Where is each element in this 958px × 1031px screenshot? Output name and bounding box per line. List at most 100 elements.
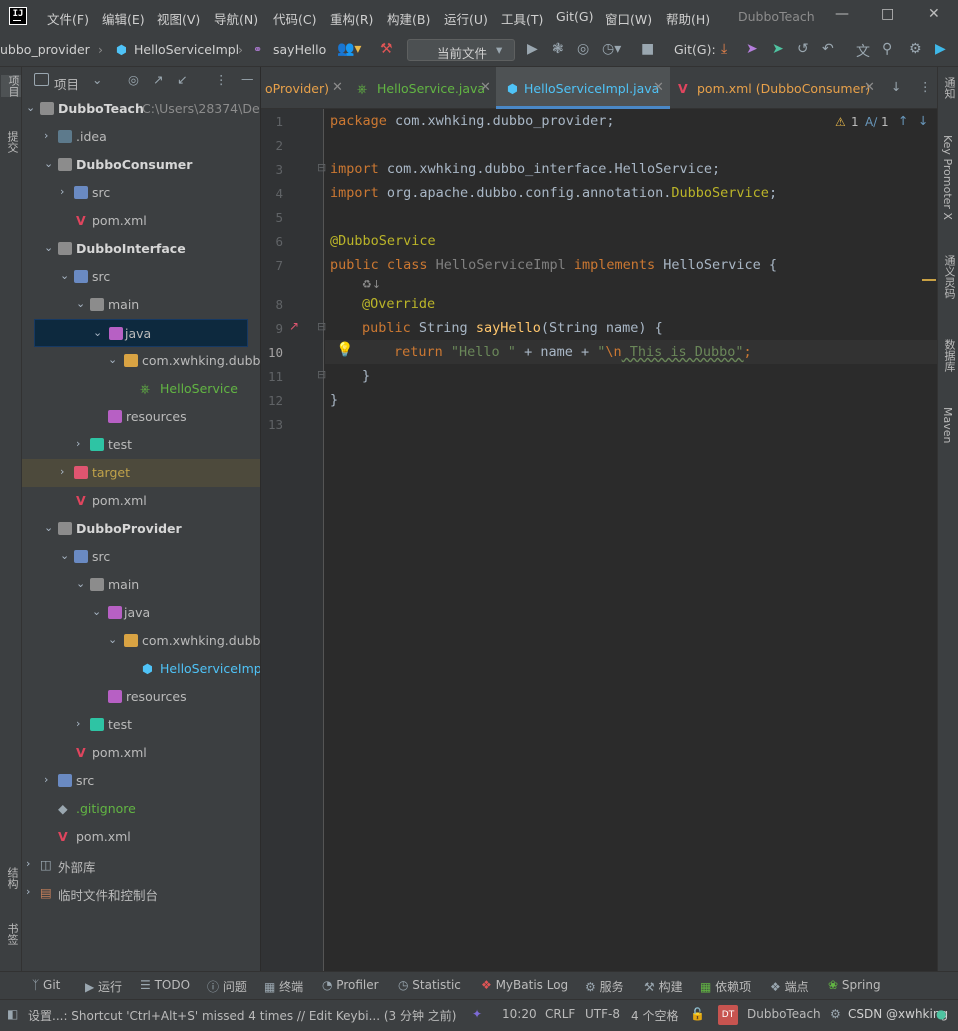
locate-icon[interactable]: ◎ (128, 72, 139, 87)
menu-edit[interactable]: 编辑(E) (102, 9, 145, 28)
git-push-icon[interactable]: ➤ (746, 41, 758, 57)
tree-item-helloserviceimpl[interactable]: ⬢ HelloServiceImpl (22, 655, 260, 683)
tree-item-dubboprovider[interactable]: ⌄ DubboProvider (22, 515, 260, 543)
line-separator[interactable]: CRLF (545, 1007, 575, 1021)
tree-item-package[interactable]: ⌄ com.xwhking.dubbo (22, 627, 260, 655)
codeium-icon[interactable]: ♻↓ (362, 278, 381, 291)
breadcrumb-class[interactable]: HelloServiceImpl (134, 42, 239, 57)
tree-item-external-libraries[interactable]: › ◫ 外部库 (22, 851, 260, 879)
tree-item-java[interactable]: ⌄ java (22, 599, 260, 627)
collapsed-arrow-icon[interactable]: › (26, 857, 30, 870)
bookmarks-tool-button[interactable]: 书签 (4, 923, 20, 945)
key-promoter-tool-button[interactable]: Key Promoter X (941, 135, 954, 220)
close-icon[interactable]: ✕ (332, 80, 343, 95)
expanded-arrow-icon[interactable]: ⌄ (60, 549, 69, 562)
expanded-arrow-icon[interactable]: ⌄ (60, 269, 69, 282)
plugin-status-icon[interactable]: ● (936, 1007, 946, 1021)
tab-dubboprovider-pom[interactable]: oProvider) ✕ (261, 67, 348, 109)
tree-item-test[interactable]: › test (22, 431, 260, 459)
problems-tool-button[interactable]: ⓘ 问题 (207, 978, 247, 995)
menu-build[interactable]: 构建(B) (387, 9, 430, 28)
collapsed-arrow-icon[interactable]: › (44, 773, 48, 786)
collapsed-arrow-icon[interactable]: › (44, 129, 48, 142)
expanded-arrow-icon[interactable]: ⌄ (93, 326, 102, 339)
maximize-icon[interactable]: □ (881, 6, 894, 22)
tree-item-src[interactable]: ⌄ src (22, 263, 260, 291)
typo-count[interactable]: 1 (881, 115, 889, 129)
intellij-logo-icon[interactable]: IJ (9, 7, 27, 25)
expanded-arrow-icon[interactable]: ⌄ (44, 157, 53, 170)
expanded-arrow-icon[interactable]: ⌄ (44, 521, 53, 534)
commit-tool-button[interactable]: 提交 (4, 131, 20, 153)
menu-run[interactable]: 运行(U) (444, 9, 488, 28)
tree-item-pom[interactable]: V pom.xml (22, 207, 260, 235)
build-hammer-icon[interactable]: ⚒ (380, 41, 393, 57)
lock-icon[interactable]: 🔓 (690, 1007, 705, 1021)
settings-gear-icon[interactable]: ⚙ (909, 41, 922, 57)
prev-highlight-icon[interactable]: ↑ (898, 113, 908, 128)
fold-icon[interactable]: ⊟ (317, 161, 326, 174)
tab-helloservice[interactable]: ⎈ HelloService.java ✕ (348, 67, 494, 109)
code-editor[interactable]: 1 2 3 4 5 6 7 8 9 10 11 12 13 ⊟ ⊟ ⊟ ↗ ⚠ … (261, 109, 937, 971)
chevron-down-icon[interactable]: ⌄ (92, 72, 102, 87)
close-window-icon[interactable]: ✕ (928, 6, 940, 22)
project-name[interactable]: DubboTeach (747, 1007, 821, 1021)
expanded-arrow-icon[interactable]: ⌄ (76, 297, 85, 310)
menu-help[interactable]: 帮助(H) (666, 9, 710, 28)
expanded-arrow-icon[interactable]: ⌄ (76, 577, 85, 590)
breadcrumb-module[interactable]: ubbo_provider (0, 42, 90, 57)
inspection-icon[interactable]: ⚙ (830, 1007, 841, 1021)
git-tool-button[interactable]: ᛉ Git (32, 978, 60, 992)
expanded-arrow-icon[interactable]: ⌄ (108, 353, 117, 366)
close-icon[interactable]: ✕ (480, 80, 491, 95)
git-update-icon[interactable]: ⤓ (721, 41, 727, 57)
tab-list-down-icon[interactable]: ↓ (891, 79, 901, 94)
endpoints-tool-button[interactable]: ❖ 端点 (770, 978, 809, 995)
tree-item-main[interactable]: ⌄ main (22, 571, 260, 599)
debug-icon[interactable]: ❃ (552, 41, 564, 57)
tree-item-idea[interactable]: › .idea (22, 123, 260, 151)
tab-helloserviceimpl[interactable]: ⬢ HelloServiceImpl.java ✕ (496, 67, 670, 109)
collapse-all-icon[interactable]: ↙ (177, 72, 187, 87)
collapsed-arrow-icon[interactable]: › (76, 717, 80, 730)
caret-position[interactable]: 10:20 (502, 1007, 537, 1021)
notifications-tool-button[interactable]: 通知 (941, 77, 957, 99)
git-commit-icon[interactable]: ➤ (772, 41, 784, 57)
tree-item-src[interactable]: ⌄ src (22, 543, 260, 571)
status-message[interactable]: 设置...: Shortcut 'Ctrl+Alt+S' missed 4 ti… (28, 1007, 456, 1024)
tab-dubboconsumer-pom[interactable]: V pom.xml (DubboConsumer) ✕ (672, 67, 882, 109)
warning-stripe-mark[interactable] (922, 279, 936, 281)
tree-item-pom[interactable]: V pom.xml (22, 487, 260, 515)
profile-icon[interactable]: ◷▾ (602, 41, 621, 57)
coverage-icon[interactable]: ◎ (577, 41, 589, 57)
search-icon[interactable]: ⚲ (882, 41, 892, 57)
warning-icon[interactable]: ⚠ (835, 115, 846, 129)
stop-icon[interactable]: ■ (641, 41, 654, 57)
tree-item-helloservice[interactable]: ⎈ HelloService (22, 375, 260, 403)
hide-panel-icon[interactable]: — (241, 71, 254, 86)
tool-windows-toggle-icon[interactable]: ◧ (7, 1007, 18, 1021)
mybatis-log-tool-button[interactable]: ❖ MyBatis Log (481, 978, 568, 992)
tree-item-src[interactable]: › src (22, 179, 260, 207)
run-icon[interactable]: ▶ (527, 41, 538, 57)
tree-item-pom[interactable]: V pom.xml (22, 823, 260, 851)
profiler-tool-button[interactable]: ◔ Profiler (322, 978, 379, 992)
typo-icon[interactable]: A∕ (865, 115, 877, 129)
menu-refactor[interactable]: 重构(R) (330, 9, 373, 28)
plugin-icon[interactable]: ▶ (935, 41, 946, 57)
close-icon[interactable]: ✕ (653, 80, 664, 95)
project-tool-button[interactable]: 项目 (1, 75, 21, 97)
dependencies-tool-button[interactable]: ▦ 依赖项 (700, 978, 751, 995)
tree-item-main[interactable]: ⌄ main (22, 291, 260, 319)
close-icon[interactable]: ✕ (864, 80, 875, 95)
implementing-method-icon[interactable]: ↗ (289, 319, 299, 333)
structure-tool-button[interactable]: 结构 (4, 867, 20, 889)
tree-item-dubbointerface[interactable]: ⌄ DubboInterface (22, 235, 260, 263)
menu-view[interactable]: 视图(V) (157, 9, 200, 28)
statistic-tool-button[interactable]: ◷ Statistic (398, 978, 461, 992)
rollback-icon[interactable]: ↶ (822, 41, 834, 57)
fold-icon[interactable]: ⊟ (317, 320, 326, 333)
collapsed-arrow-icon[interactable]: › (60, 465, 64, 478)
collapsed-arrow-icon[interactable]: › (60, 185, 64, 198)
run-configuration-select[interactable]: 当前文件 ▾ (407, 39, 515, 61)
